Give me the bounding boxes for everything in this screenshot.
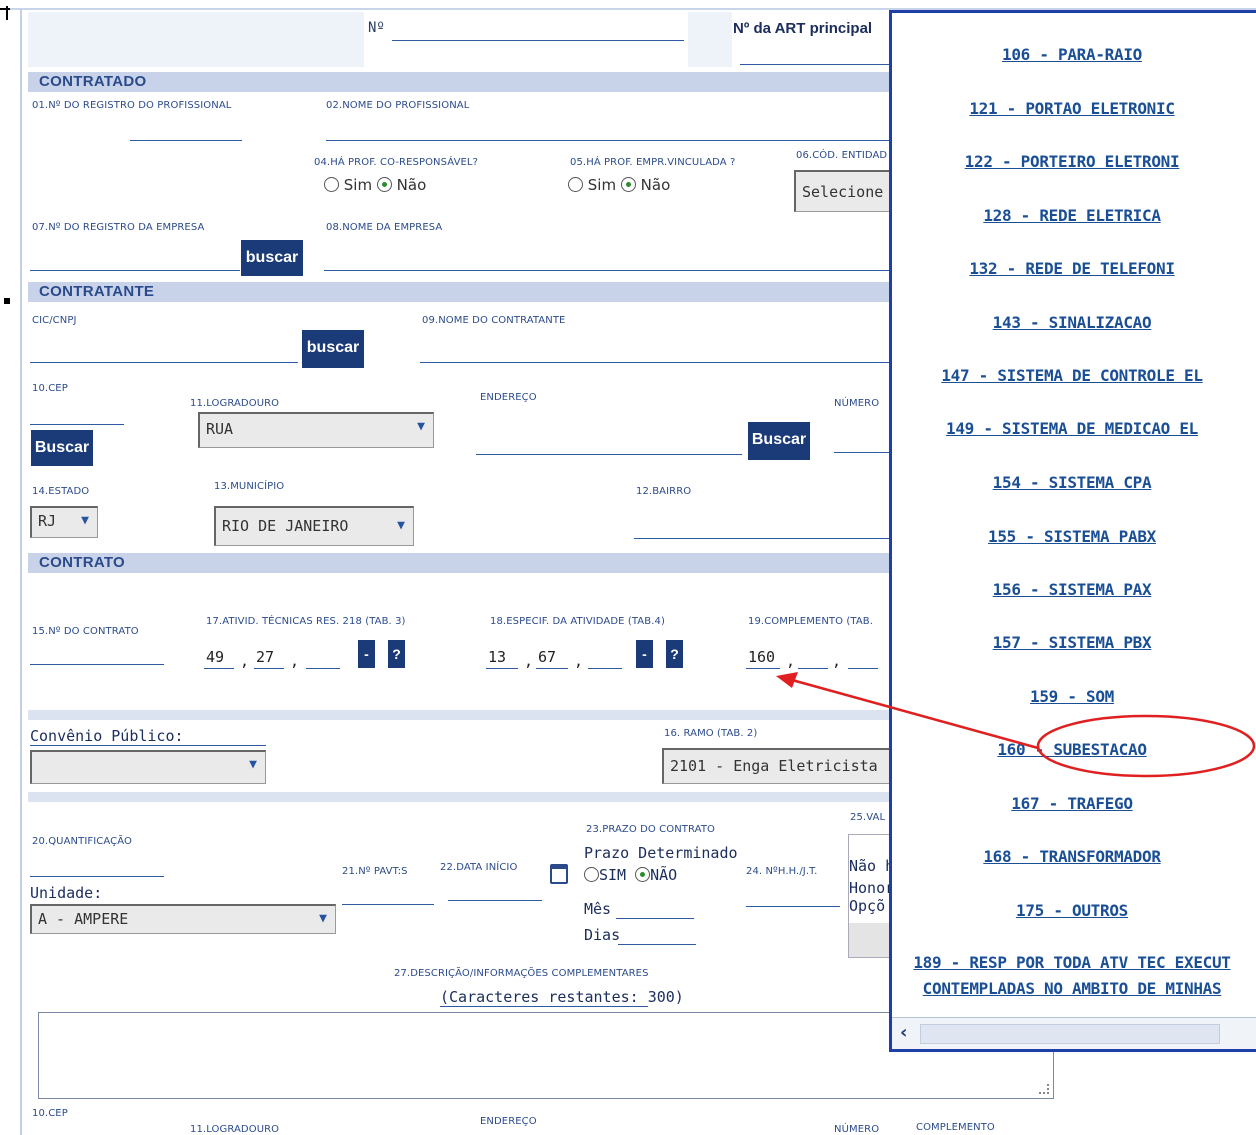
annotation-overlay (776, 672, 1256, 778)
annotation-ellipse (1036, 714, 1256, 778)
annotation-arrowhead (776, 672, 798, 688)
annotation-arrow-line (791, 678, 1039, 750)
